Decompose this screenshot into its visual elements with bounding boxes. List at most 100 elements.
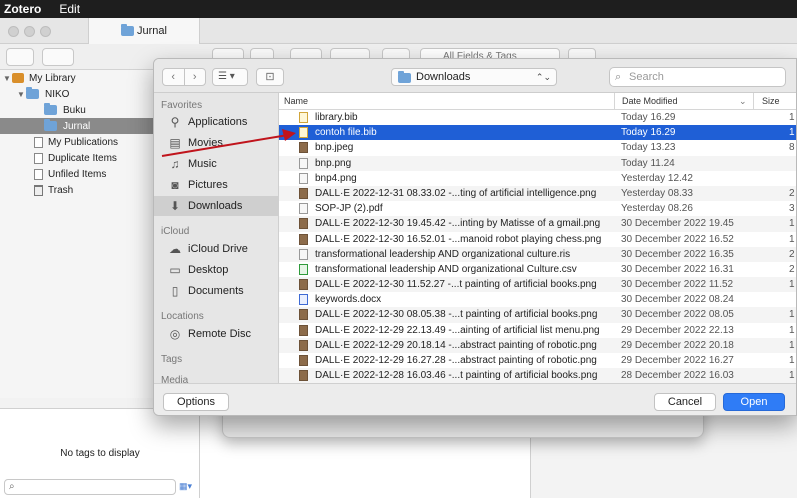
file-row[interactable]: DALL·E 2022-12-28 16.03.46 -...t paintin… [279,368,796,384]
dialog-button-bar: Options Cancel Open [154,383,796,415]
location-label: Downloads [416,71,471,83]
close-window-button[interactable] [8,26,19,37]
file-name: DALL·E 2022-12-30 16.52.01 -...manoid ro… [315,233,602,245]
file-row[interactable]: DALL·E 2022-12-30 16.52.01 -...manoid ro… [279,232,796,247]
file-row[interactable]: DALL·E 2022-12-30 11.52.27 -...t paintin… [279,277,796,293]
trash-icon [34,184,43,196]
file-list: Name Date Modified ⌄ Size library.bib Tod… [279,93,796,384]
file-size: 1 [789,218,795,230]
tree-item-label: Unfiled Items [48,168,107,180]
downloads-icon: ⬇ [169,199,181,213]
options-button[interactable]: Options [163,393,229,411]
document-file-icon [299,248,308,260]
file-date-modified: Yesterday 08.26 [621,203,693,215]
location-popup[interactable]: Downloads ⌃⌄ [391,68,557,86]
new-library-button[interactable] [42,48,74,66]
column-date-header[interactable]: Date Modified [622,96,678,106]
file-row[interactable]: bnp.jpeg Today 13.23 8 [279,140,796,155]
file-name: DALL·E 2022-12-30 08.05.38 -...t paintin… [315,309,598,321]
file-date-modified: Today 16.29 [621,112,676,123]
sidebar-item-music[interactable]: ♫ Music [154,154,279,174]
file-row[interactable]: library.bib Today 16.29 1 [279,110,796,125]
image-file-icon [299,324,308,336]
file-name: DALL·E 2022-12-30 19.45.42 -...inting by… [315,218,601,230]
file-date-modified: 30 December 2022 08.05 [621,309,734,321]
menu-edit[interactable]: Edit [59,2,80,16]
image-file-icon [299,218,308,230]
image-file-icon [299,355,308,366]
sidebar-item-label: Downloads [188,200,243,212]
view-options-button[interactable]: ☰ ▾ [212,68,248,86]
sidebar-item-remote-disc[interactable]: ◎ Remote Disc [154,324,279,344]
file-row[interactable]: DALL·E 2022-12-31 08.33.02 -...ting of a… [279,185,796,202]
file-rows: library.bib Today 16.29 1 contoh file.bib To… [279,110,796,384]
tag-actions-menu-icon[interactable]: ▦▾ [179,481,195,493]
sidebar-item-applications[interactable]: ⚲ Applications [154,112,279,132]
menu-app-name[interactable]: Zotero [4,2,41,16]
file-row[interactable]: bnp.png Today 11.24 [279,155,796,171]
file-size: 3 [789,203,795,215]
tree-item-label: Duplicate Items [48,152,117,164]
sidebar-item-icloud-drive[interactable]: ☁ iCloud Drive [154,239,279,259]
folder-icon [398,71,411,83]
file-row[interactable]: contoh file.bib Today 16.29 1 [279,125,796,141]
minimize-window-button[interactable] [24,26,35,37]
file-date-modified: 29 December 2022 16.27 [621,355,734,366]
file-row[interactable]: DALL·E 2022-12-29 22.13.49 -...ainting o… [279,323,796,338]
file-name: bnp.jpeg [315,142,354,154]
sidebar-header-favorites: Favorites [161,100,203,111]
file-name: DALL·E 2022-12-28 16.03.46 -...t paintin… [315,370,598,382]
image-file-icon [299,339,308,351]
file-size: 2 [789,248,795,260]
file-row[interactable]: SOP-JP (2).pdf Yesterday 08.26 3 [279,201,796,216]
column-size-header[interactable]: Size [762,96,780,106]
file-row[interactable]: DALL·E 2022-12-29 20.18.14 -...abstract … [279,337,796,353]
sidebar-item-pictures[interactable]: ◙ Pictures [154,175,279,195]
document-icon [34,168,43,180]
file-name: DALL·E 2022-12-29 22.13.49 -...ainting o… [315,324,600,336]
cancel-button[interactable]: Cancel [654,393,716,411]
disclosure-triangle-icon[interactable]: ▼ [2,74,12,83]
disc-icon: ◎ [169,327,181,341]
file-row[interactable]: transformational leadership AND organiza… [279,246,796,262]
search-icon: ⌕ [615,71,622,83]
file-date-modified: 30 December 2022 16.31 [621,263,734,275]
file-row[interactable]: keywords.docx 30 December 2022 08.24 [279,292,796,307]
file-row[interactable]: transformational leadership AND organiza… [279,262,796,277]
file-size: 1 [789,355,795,366]
open-button[interactable]: Open [723,393,785,411]
new-folder-button[interactable]: ⊡ [256,68,284,86]
column-name-header[interactable]: Name [284,96,308,106]
dialog-search-input[interactable]: ⌕ Search [609,67,786,87]
file-row[interactable]: DALL·E 2022-12-30 19.45.42 -...inting by… [279,216,796,232]
sidebar-header-locations: Locations [161,311,204,322]
sidebar-item-downloads[interactable]: ⬇ Downloads [154,196,279,216]
sidebar-item-label: Documents [188,285,244,297]
tag-filter-input[interactable]: ⌕ [4,479,176,495]
disclosure-triangle-icon[interactable]: ▼ [16,90,26,99]
csv-file-icon [299,263,308,275]
tab-label: Jurnal [137,25,167,37]
file-row[interactable]: bnp4.png Yesterday 12.42 [279,171,796,186]
file-date-modified: 29 December 2022 22.13 [621,324,734,336]
sidebar-item-documents[interactable]: ▯ Documents [154,281,279,301]
new-collection-button[interactable] [6,48,34,66]
back-button[interactable]: ‹ [163,69,185,85]
file-name: SOP-JP (2).pdf [315,203,383,215]
tree-item-label: NIKO [45,88,70,100]
sort-chevron-icon: ⌄ [739,96,747,106]
file-row[interactable]: DALL·E 2022-12-30 08.05.38 -...t paintin… [279,307,796,323]
tree-item-label: My Publications [48,136,119,148]
zoom-window-button[interactable] [40,26,51,37]
tab-jurnal[interactable]: Jurnal [88,18,200,44]
bib-file-icon [299,112,308,123]
file-date-modified: Yesterday 08.33 [621,187,693,199]
file-size: 1 [789,127,795,139]
tree-item-label: Buku [63,104,86,116]
sidebar-item-desktop[interactable]: ▭ Desktop [154,260,279,280]
image-file-icon [299,187,308,199]
forward-button[interactable]: › [185,69,206,85]
sidebar-item-movies[interactable]: ▤ Movies [154,133,279,153]
tree-item-label: Trash [48,184,74,196]
file-row[interactable]: DALL·E 2022-12-29 16.27.28 -...abstract … [279,353,796,368]
